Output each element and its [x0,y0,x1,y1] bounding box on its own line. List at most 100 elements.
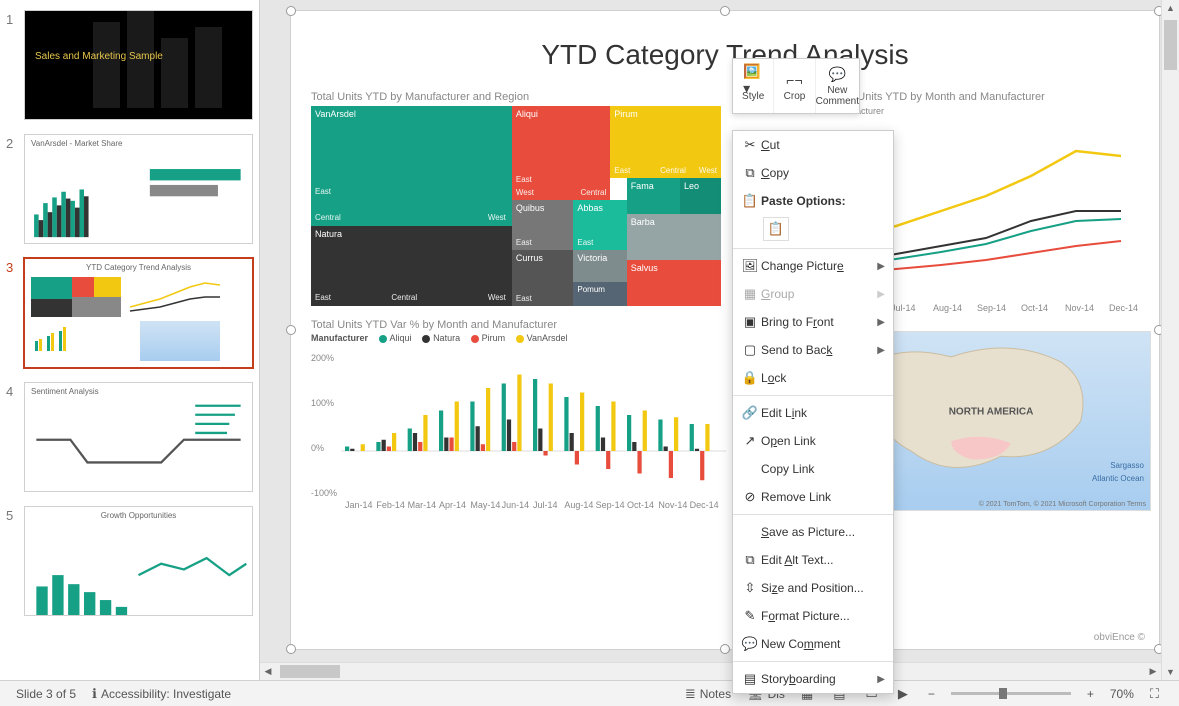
thumbnail-preview: Sales and Marketing Sample [24,10,253,120]
map-sargasso-label: Sargasso [1110,461,1144,470]
menu-edit-link[interactable]: 🔗Edit Link [733,399,893,427]
notes-button[interactable]: ≣Notes [677,681,739,706]
zoom-slider-knob [999,688,1007,699]
thumbnail-1[interactable]: 1 Sales and Marketing Sample [0,4,259,128]
menu-lock[interactable]: 🔒Lock [733,364,893,392]
zoom-slider[interactable] [951,692,1071,695]
treemap-tile-leo: Leo [680,178,721,214]
slideshow-button[interactable]: ▶ [890,681,920,706]
treemap-tile-pirum: Pirum East West Central [610,106,721,178]
menu-format-picture[interactable]: ✎Format Picture... [733,602,893,630]
svg-text:Feb-14: Feb-14 [376,500,405,510]
current-slide[interactable]: YTD Category Trend Analysis Total Units … [290,10,1160,650]
chevron-right-icon: ▶ [877,289,885,300]
thumbnail-preview: Growth Opportunities [24,506,253,616]
slide-thumbnail-panel: 1 Sales and Marketing Sample 2 VanArsdel… [0,0,260,680]
send-back-icon: ▢ [739,342,761,358]
thumbnail-5[interactable]: 5 Growth Opportunities [0,500,259,624]
svg-text:Aug-14: Aug-14 [564,500,593,510]
crop-button[interactable]: ⌐¬ Crop [774,59,815,113]
chevron-right-icon: ▶ [877,261,885,272]
map-ocean-label: Atlantic Ocean [1092,475,1144,484]
svg-text:Dec-14: Dec-14 [690,500,719,510]
map-credit: © 2021 TomTom, © 2021 Microsoft Corporat… [979,501,1146,508]
menu-send-to-back[interactable]: ▢Send to Back▶ [733,336,893,364]
svg-text:200%: 200% [311,353,334,363]
line-chart-title: Total Units YTD by Month and Manufacture… [831,91,1045,103]
thumbnail-4[interactable]: 4 Sentiment Analysis [0,376,259,500]
treemap-tile-barba: Barba [627,214,721,260]
thumbnail-title: Sales and Marketing Sample [35,51,163,62]
menu-copy-link[interactable]: Copy Link [733,455,893,483]
paste-keep-formatting-button[interactable]: 📋 [763,217,789,241]
comment-icon: 💬 [739,636,761,652]
menu-bring-to-front[interactable]: ▣Bring to Front▶ [733,308,893,336]
bar-chart: 200% 100% 0% -100% Jan-14Feb-14Mar-14Apr… [311,346,731,511]
context-menu: ✂Cut ⧉Copy 📋Paste Options: 📋 🖼Change Pic… [732,130,894,694]
treemap-tile-fama: Fama [627,178,680,214]
menu-open-link[interactable]: ↗Open Link [733,427,893,455]
treemap-tile-aliqui: Aliqui East West Central [512,106,610,200]
status-bar: Slide 3 of 5 ℹAccessibility: Investigate… [0,680,1179,706]
slide-footer-brand: obviEnce © [1094,632,1145,643]
thumbnail-3[interactable]: 3 YTD Category Trend Analysis [0,252,259,376]
menu-new-comment[interactable]: 💬New Comment [733,630,893,658]
selection-handle[interactable] [1154,325,1161,335]
selection-handle[interactable] [1154,6,1161,16]
menu-copy[interactable]: ⧉Copy [733,159,893,187]
chevron-right-icon: ▶ [877,674,885,685]
chevron-right-icon: ▶ [877,345,885,356]
menu-cut[interactable]: ✂Cut [733,131,893,159]
selection-handle[interactable] [1154,644,1161,654]
thumbnail-number: 5 [6,506,24,523]
scroll-down-icon: ▼ [1162,664,1179,680]
size-icon: ⇳ [739,580,761,596]
thumbnail-number: 4 [6,382,24,399]
fit-to-window-button[interactable]: ⛶ [1142,681,1171,706]
slideshow-icon: ▶ [898,686,908,702]
selection-handle[interactable] [720,6,730,16]
svg-text:Aug-14: Aug-14 [933,303,962,313]
svg-text:Jun-14: Jun-14 [502,500,530,510]
open-link-icon: ↗ [739,433,761,449]
alt-text-icon: ⧉ [739,552,761,568]
menu-paste-options-header: 📋Paste Options: [733,187,893,215]
accessibility-checker[interactable]: ℹAccessibility: Investigate [84,681,239,706]
selection-handle[interactable] [720,644,730,654]
menu-remove-link[interactable]: ⊘Remove Link [733,483,893,511]
svg-text:Nov-14: Nov-14 [658,500,687,510]
slide-indicator[interactable]: Slide 3 of 5 [8,681,84,706]
picture-mini-toolbar: 🖼️▾ Style ⌐¬ Crop 💬 New Comment [732,58,860,114]
chevron-right-icon: ▶ [877,317,885,328]
scrollbar-thumb [1164,20,1177,70]
rotate-handle[interactable] [725,0,745,1]
menu-paste-options-row: 📋 [733,215,893,245]
selection-handle[interactable] [286,6,296,16]
svg-text:Oct-14: Oct-14 [627,500,654,510]
canvas-horizontal-scrollbar[interactable]: ◀ ▶ [260,662,1161,680]
picture-style-icon: 🖼️▾ [743,71,763,89]
zoom-percent[interactable]: 70% [1102,681,1142,706]
thumbnail-number: 1 [6,10,24,27]
canvas-vertical-scrollbar[interactable]: ▲ ▼ [1161,0,1179,680]
menu-edit-alt-text[interactable]: ⧉Edit Alt Text... [733,546,893,574]
svg-text:Jul-14: Jul-14 [533,500,558,510]
selection-handle[interactable] [286,325,296,335]
new-comment-button[interactable]: 💬 New Comment [816,59,859,113]
menu-size-position[interactable]: ⇳Size and Position... [733,574,893,602]
svg-text:0%: 0% [311,443,324,453]
style-button[interactable]: 🖼️▾ Style [733,59,774,113]
thumbnail-preview: YTD Category Trend Analysis [24,258,253,368]
menu-save-as-picture[interactable]: Save as Picture... [733,518,893,546]
group-icon: ▦ [739,286,761,302]
treemap-tile-currus: CurrusEast [512,250,574,306]
bar-chart-legend: Manufacturer Aliqui Natura Pirum VanArsd… [311,333,567,343]
zoom-in-button[interactable]: + [1079,681,1102,706]
menu-storyboarding[interactable]: ▤Storyboarding▶ [733,665,893,693]
menu-change-picture[interactable]: 🖼Change Picture▶ [733,252,893,280]
zoom-out-button[interactable]: − [920,681,943,706]
map-label: NORTH AMERICA [949,407,1034,418]
selection-handle[interactable] [286,644,296,654]
change-picture-icon: 🖼 [739,258,761,274]
thumbnail-2[interactable]: 2 VanArsdel - Market Share [0,128,259,252]
